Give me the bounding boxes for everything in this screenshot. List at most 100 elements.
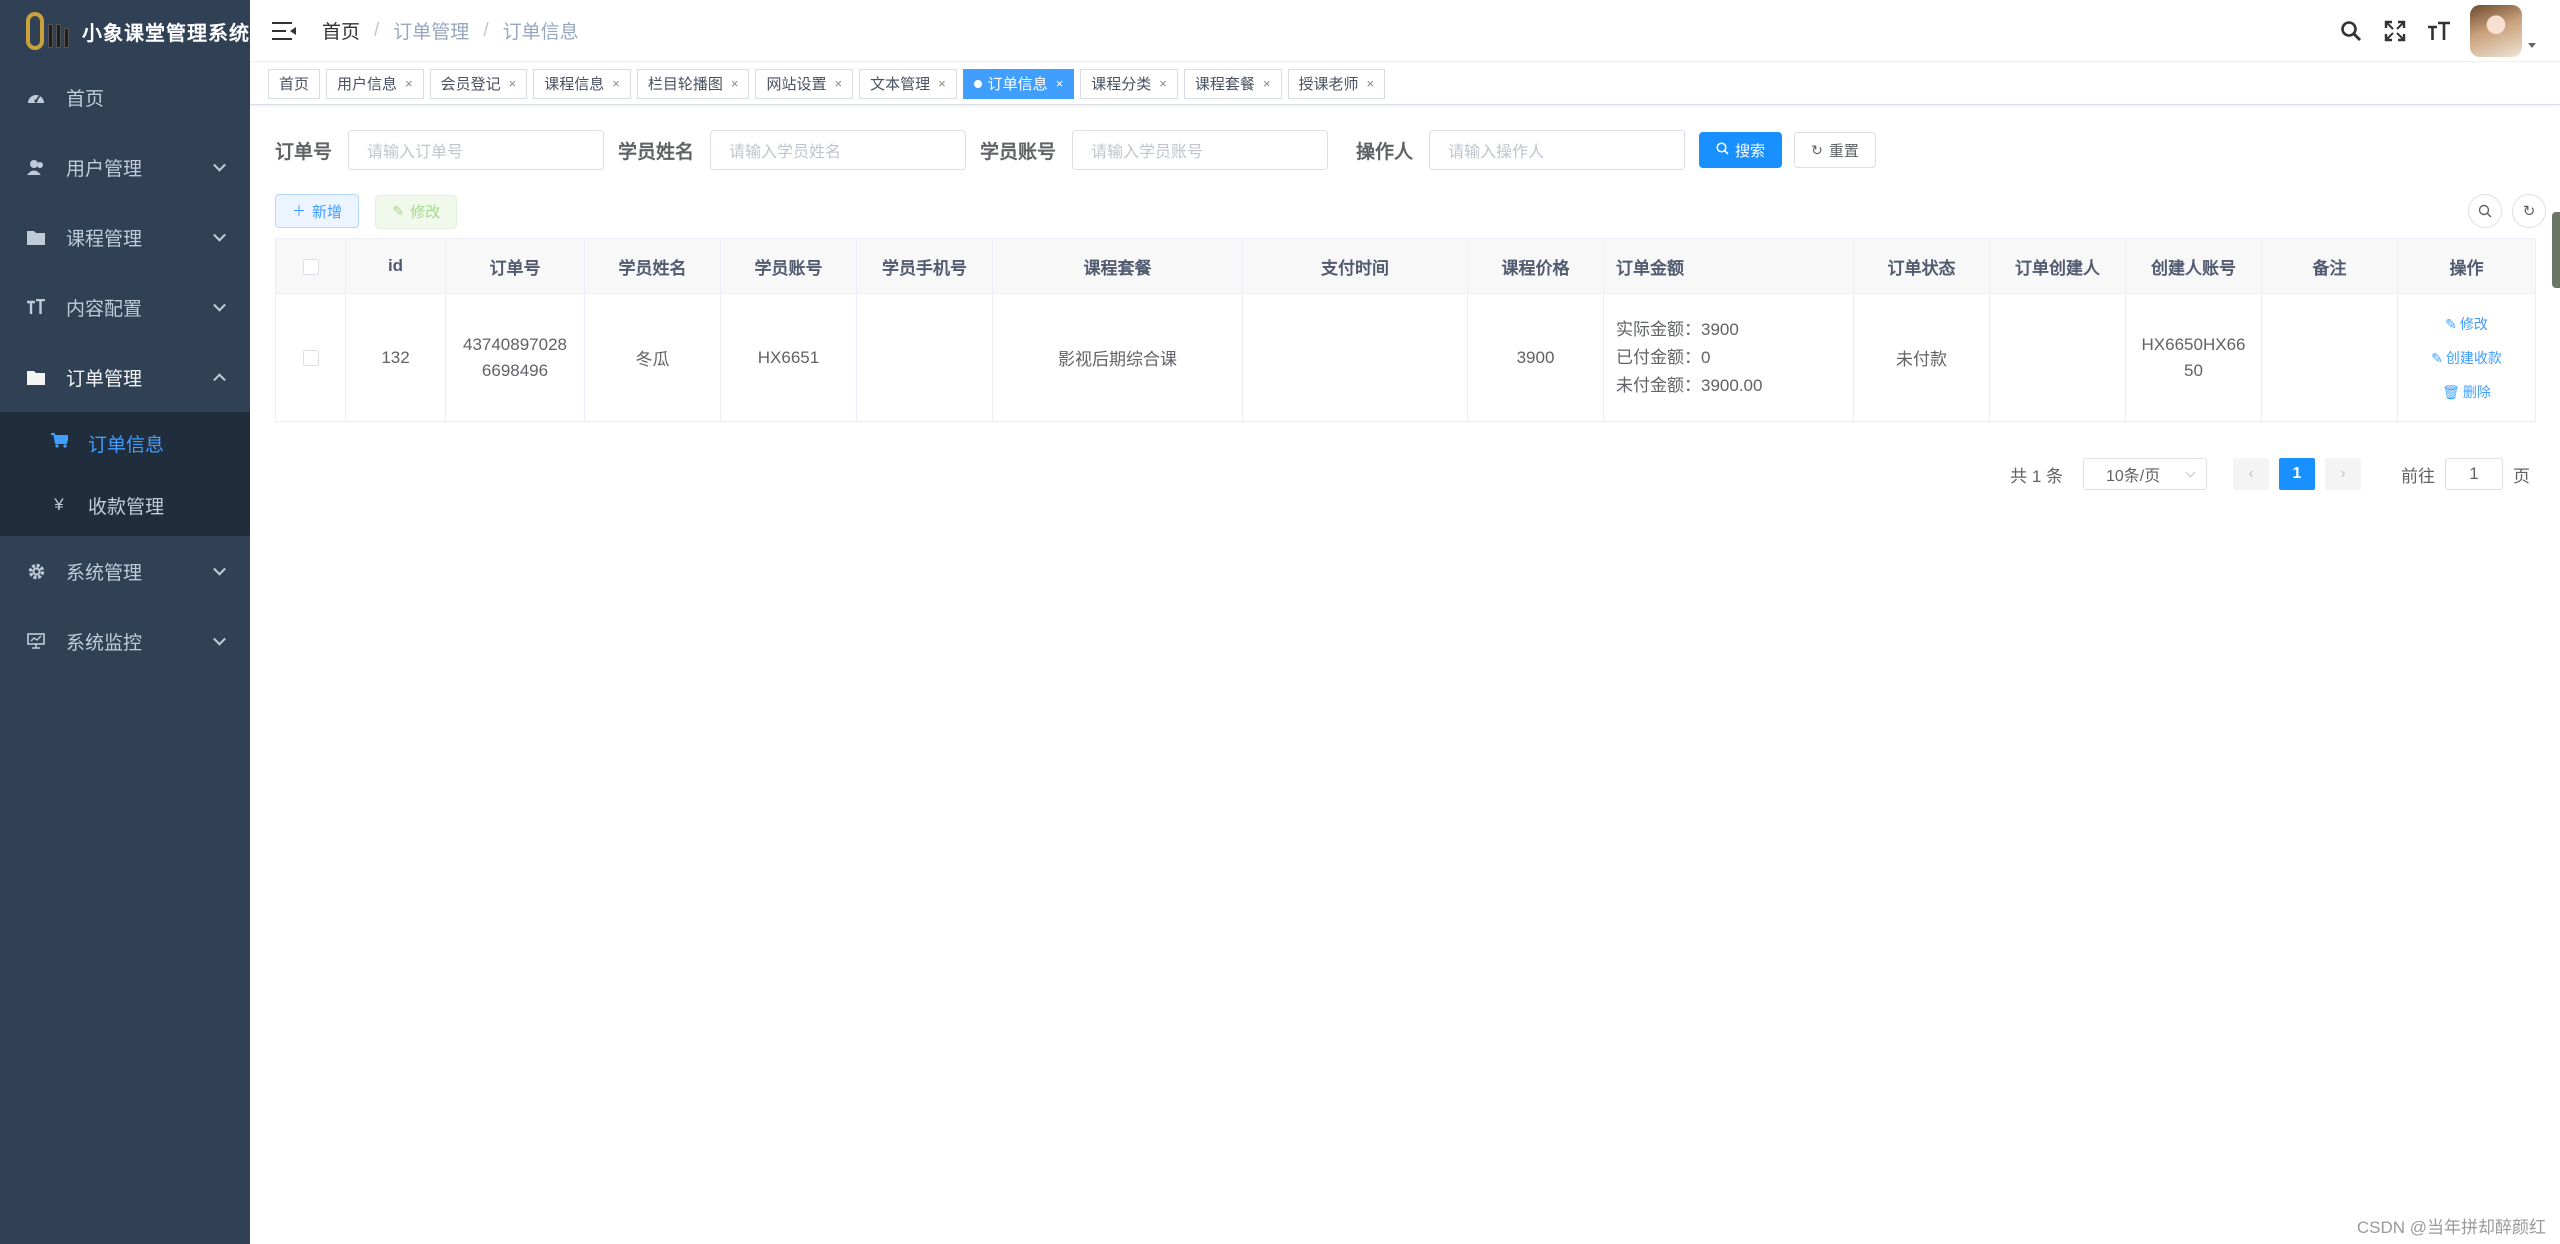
tag-user-info[interactable]: 用户信息 × [326,68,424,99]
monitor-icon [26,631,46,651]
search-button[interactable]: 搜索 [1699,132,1783,168]
tag-banner[interactable]: 栏目轮播图 × [636,68,750,99]
dashboard-icon [26,87,46,107]
close-icon[interactable]: × [1056,76,1064,91]
column-header: id [345,238,446,294]
breadcrumb-order-info: 订单信息 [502,22,579,43]
sidebar-item-payment-management[interactable]: ¥ 收款管理 [0,474,250,536]
cell-student-account: HX6651 [720,293,857,422]
chevron-up-icon [213,373,226,387]
search-icon[interactable] [2336,16,2366,46]
page-number-button[interactable]: 1 [2279,458,2315,490]
fullscreen-icon[interactable] [2380,16,2410,46]
sidebar-item-label: 系统管理 [66,562,143,584]
tag-course-info[interactable]: 课程信息 × [533,68,631,99]
add-button[interactable]: ＋ 新增 [275,194,360,228]
page-size-select[interactable]: 10条/页 [2083,458,2207,490]
student-name-input[interactable]: 请输入学员姓名 [710,130,967,170]
sidebar-item-label: 首页 [66,88,105,110]
cell-student-phone [856,293,993,422]
column-header: 学员手机号 [856,238,993,294]
cell-status: 未付款 [1853,293,1990,422]
navbar-actions [2322,0,2536,62]
close-icon[interactable]: × [834,76,842,91]
close-icon[interactable]: × [405,76,413,91]
close-icon[interactable]: × [731,76,739,91]
watermark: CSDN @当年拼却醉颜红 [2356,1218,2546,1237]
sidebar-item-order-management[interactable]: 订单管理 [0,342,250,412]
tag-site-settings[interactable]: 网站设置 × [755,68,854,99]
app-logo-area[interactable]: 小象课堂管理系统 [0,0,250,62]
select-all-checkbox[interactable] [302,258,319,275]
refresh-icon: ↻ [2522,203,2536,220]
student-account-input[interactable]: 请输入学员账号 [1072,130,1329,170]
close-icon[interactable]: × [938,76,946,91]
toggle-search-button[interactable] [2468,194,2502,228]
row-checkbox[interactable] [302,350,319,367]
table-toolbar: ＋ 新增 ✎ 修改 ↻ [275,194,2546,230]
trash-icon: 🗑 [2442,383,2460,400]
table-header-row: id 订单号 学员姓名 学员账号 学员手机号 课程套餐 支付时间 课程价格 订单… [275,238,2536,294]
row-create-receipt-link[interactable]: ✎ 创建收款 [2398,341,2535,375]
chevron-down-icon [213,298,226,312]
tag-course-category[interactable]: 课程分类 × [1080,68,1178,99]
breadcrumb-home[interactable]: 首页 [322,17,360,44]
column-header: 支付时间 [1242,238,1468,294]
operator-input[interactable]: 请输入操作人 [1429,130,1686,170]
caret-down-icon[interactable] [2528,42,2536,48]
search-icon [2478,204,2492,218]
order-no-label: 订单号 [275,141,333,163]
sidebar-item-home[interactable]: 首页 [0,62,250,132]
folder-icon [26,367,46,387]
cart-icon [50,433,69,453]
column-header: 订单号 [445,238,585,294]
cell-student-name: 冬瓜 [584,293,721,422]
font-size-icon[interactable] [2424,16,2454,46]
chevron-left-icon: ‹ [2248,465,2254,482]
refresh-button[interactable]: ↻ [2512,194,2546,228]
sidebar-item-order-info[interactable]: 订单信息 [0,412,250,474]
cell-pay-time [1242,293,1468,422]
chevron-right-icon: › [2340,465,2346,482]
close-icon[interactable]: × [509,76,517,91]
breadcrumb: 首页 / 订单管理 / 订单信息 [322,17,579,44]
close-icon[interactable]: × [612,76,620,91]
close-icon[interactable]: × [1263,76,1271,91]
operator-label: 操作人 [1356,141,1414,163]
sidebar-item-system-management[interactable]: 系统管理 [0,536,250,606]
sidebar-item-user-management[interactable]: 用户管理 [0,132,250,202]
column-header: 订单创建人 [1989,238,2126,294]
order-no-input[interactable]: 请输入订单号 [348,130,605,170]
tag-course-package[interactable]: 课程套餐 × [1183,68,1282,99]
tag-teachers[interactable]: 授课老师 × [1287,68,1386,99]
edit-button[interactable]: ✎ 修改 [375,194,458,229]
edit-icon: ✎ [2445,315,2457,332]
hamburger-icon[interactable] [272,21,296,40]
side-drawer-handle[interactable] [2552,212,2560,288]
column-header: 学员账号 [720,238,857,294]
edit-icon: ✎ [392,203,405,219]
sidebar-item-content-config[interactable]: 内容配置 [0,272,250,342]
row-delete-link[interactable]: 🗑 删除 [2398,375,2535,409]
row-edit-link[interactable]: ✎ 修改 [2398,307,2535,341]
goto-page-input[interactable]: 1 [2445,458,2503,490]
tag-order-info[interactable]: 订单信息 × [962,68,1075,99]
orders-table: id 订单号 学员姓名 学员账号 学员手机号 课程套餐 支付时间 课程价格 订单… [275,238,2536,422]
prev-page-button[interactable]: ‹ [2233,458,2269,490]
table-row: 132 43740897028 6698496 冬瓜 HX6651 影视后期综合… [275,293,2536,422]
close-icon[interactable]: × [1159,76,1167,91]
next-page-button[interactable]: › [2325,458,2361,490]
sidebar-item-course-management[interactable]: 课程管理 [0,202,250,272]
pagination-total: 共 1 条 [2010,466,2063,486]
tag-text-management[interactable]: 文本管理 × [859,68,957,99]
reset-button[interactable]: ↻ 重置 [1794,132,1876,168]
cell-order-amount: 实际金额：3900 已付金额：0 未付金额：3900.00 [1603,293,1854,422]
breadcrumb-order-management: 订单管理 [393,22,470,43]
avatar[interactable] [2470,5,2522,57]
logo-icon [26,10,69,52]
close-icon[interactable]: × [1367,76,1375,91]
sidebar-item-system-monitor[interactable]: 系统监控 [0,606,250,676]
cell-id: 132 [345,293,446,422]
tag-home[interactable]: 首页 [268,68,321,99]
tag-member-register[interactable]: 会员登记 × [429,68,528,99]
